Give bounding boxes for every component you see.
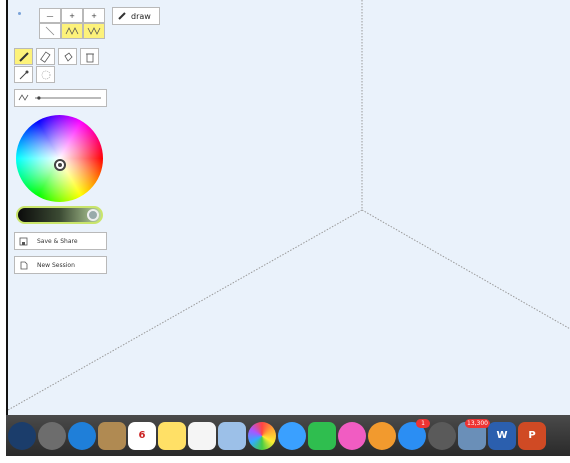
symmetry-mirror-button[interactable] [61,23,83,39]
app-window: — + + draw Save & Share New Session 6 1 … [6,0,570,463]
dock-shelf [6,456,570,463]
lasso-icon [41,70,50,79]
dock-app-system-preferences-icon[interactable] [428,421,456,450]
dock-app-label: W [496,430,508,441]
trash-tool-button[interactable] [80,48,99,65]
dock-app-safari-icon[interactable] [68,421,96,450]
dock-app-siri-icon[interactable] [8,421,36,450]
brightness-slider[interactable] [16,206,103,224]
symmetry-radial-button[interactable] [83,23,105,39]
dock-app-calendar-icon[interactable]: 6 [128,421,156,450]
eraser-tool-button[interactable] [36,48,55,65]
new-session-button[interactable]: New Session [14,256,107,274]
brush-size-control [14,89,107,107]
symmetry-plus-button[interactable]: + [61,8,83,23]
eyedropper-tool-button[interactable] [14,66,33,83]
dock-app-reminders-icon[interactable] [188,421,216,450]
dock-app-preview-icon[interactable] [218,421,246,450]
dock-app-notes-icon[interactable] [158,421,186,450]
eraser-icon [39,50,50,63]
eyedropper-icon [19,70,28,79]
mode-draw-button[interactable]: draw [112,7,160,25]
bucket-tool-button[interactable] [58,48,77,65]
pencil-icon [118,12,126,20]
brush-size-slider[interactable] [15,90,108,106]
brush-zigzag-icon [18,94,29,101]
new-document-icon [20,261,27,269]
radial-zigzag-icon [87,27,101,35]
cursor-dot [18,12,21,15]
notification-badge: 13,300 [465,418,490,428]
dock-app-contacts-icon[interactable] [98,421,126,450]
new-session-label: New Session [37,261,75,269]
dock-app-label: 6 [138,430,146,441]
dock-app-app-store-icon[interactable]: 1 [398,418,430,450]
save-share-button[interactable]: Save & Share [14,232,107,250]
symmetry-diagonal-button[interactable] [39,23,61,39]
dock-app-launchpad-icon[interactable] [38,421,66,450]
color-wheel-knob[interactable] [54,159,66,171]
symmetry-add-button[interactable]: + [83,8,105,23]
dock-app-itunes-icon[interactable] [338,421,366,450]
mirror-zigzag-icon [65,27,79,35]
dock-app-word-icon[interactable]: W [488,421,516,450]
diagonal-line-icon [45,26,55,36]
dock-app-powerpoint-icon[interactable]: P [518,421,546,450]
paint-bucket-icon [63,51,73,62]
symmetry-minus-button[interactable]: — [39,8,61,23]
trash-icon [85,53,94,62]
lasso-tool-button[interactable] [36,66,55,83]
pencil-tool-button[interactable] [14,48,33,65]
dock-app-messages-icon[interactable] [278,421,306,450]
drawing-canvas[interactable]: — + + draw Save & Share New Session [6,0,570,420]
color-wheel[interactable] [16,115,103,202]
macos-dock: 6 1 13,300 W P [6,415,570,456]
brightness-knob[interactable] [87,209,99,221]
symmetry-plus-label: + [69,11,75,20]
slider-knob[interactable] [37,96,41,100]
dock-app-photo-app-icon[interactable]: 13,300 [458,418,490,450]
mode-label: draw [131,11,151,21]
save-icon [19,237,27,245]
save-share-label: Save & Share [37,237,78,245]
dock-app-facetime-icon[interactable] [308,421,336,450]
dock-app-label: P [528,430,536,441]
notification-badge: 1 [416,418,430,428]
symmetry-minus-label: — [46,11,54,20]
pencil-icon [18,51,29,62]
dock-app-photos-icon[interactable] [248,421,276,450]
symmetry-add-label: + [91,11,97,20]
dock-app-ibooks-icon[interactable] [368,421,396,450]
